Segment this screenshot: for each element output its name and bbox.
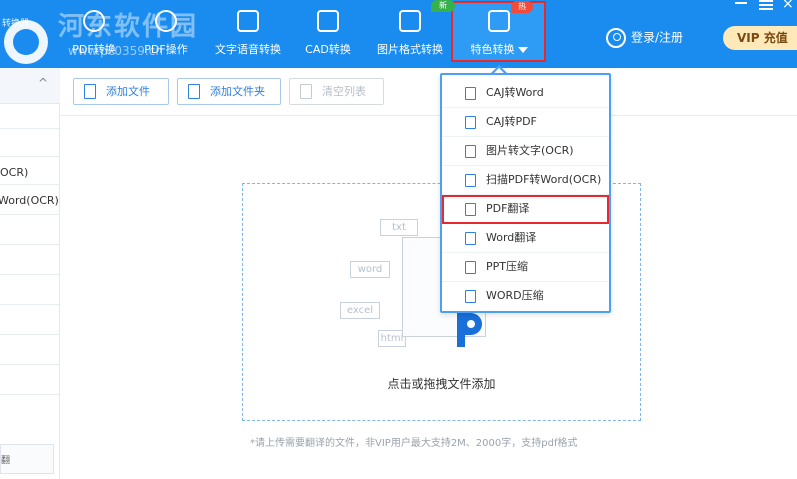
add-folder-label: 添加文件夹 — [210, 85, 265, 98]
nav-pdf-operate[interactable]: PDF操作 — [140, 0, 192, 68]
translate-file-icon — [465, 203, 476, 216]
user-icon — [606, 28, 626, 48]
minimize-icon[interactable] — [735, 2, 747, 4]
excel-tag: excel — [340, 302, 380, 319]
image-file-icon — [465, 145, 476, 158]
menu-item-label: CAJ转Word — [486, 86, 544, 99]
word-file-icon — [465, 87, 476, 100]
clear-list-label: 清空列表 — [322, 85, 366, 98]
menu-item-label: WORD压缩 — [486, 289, 544, 302]
divider — [0, 184, 60, 185]
caret-down-icon — [517, 47, 528, 53]
divider — [0, 394, 60, 395]
menu-item-label: Word翻译 — [486, 231, 537, 244]
sidebar: ^ OCR) Word(OCR) 翻 — [0, 68, 60, 479]
menu-item-word-compress[interactable]: WORD压缩 — [442, 282, 609, 311]
divider — [0, 128, 60, 129]
divider — [0, 156, 60, 157]
menu-icon[interactable] — [759, 0, 773, 10]
nav-label: PDF转换 — [72, 43, 116, 56]
word-translate-icon — [465, 232, 476, 245]
word-compress-icon — [465, 290, 476, 303]
file-toolbar: 添加文件 添加文件夹 清空列表 — [60, 68, 797, 116]
menu-item-label: 图片转文字(OCR) — [486, 144, 574, 157]
add-file-button[interactable]: 添加文件 — [73, 78, 169, 105]
new-badge: 新 — [431, 0, 455, 12]
sidebar-header: ^ — [0, 68, 60, 104]
special-convert-dropdown: CAJ转Word CAJ转PDF 图片转文字(OCR) 扫描PDF转Word(O… — [440, 73, 611, 313]
pdf-file-icon — [465, 116, 476, 129]
menu-item-scan-pdf-word[interactable]: 扫描PDF转Word(OCR) — [442, 166, 609, 195]
close-icon[interactable]: × — [782, 0, 794, 12]
upload-footnote: *请上传需要翻译的文件，非VIP用户最大支持2M、2000字，支持pdf格式 — [250, 438, 578, 449]
pdf-convert-icon — [83, 10, 105, 32]
menu-item-ppt-compress[interactable]: PPT压缩 — [442, 253, 609, 282]
divider — [0, 244, 60, 245]
cad-icon — [317, 10, 339, 32]
menu-item-label: PDF翻译 — [486, 202, 530, 215]
divider — [0, 334, 60, 335]
logo-icon — [4, 20, 48, 64]
menu-item-label: CAJ转PDF — [486, 115, 537, 128]
divider — [0, 364, 60, 365]
divider — [0, 214, 60, 215]
pdf-operate-icon — [155, 10, 177, 32]
add-file-icon — [84, 84, 96, 99]
nav-label: 特色转换 — [455, 41, 543, 57]
drop-instruction: 点击或拖拽文件添加 — [387, 377, 496, 391]
scan-file-icon — [465, 174, 476, 187]
app-p-logo-icon — [457, 313, 482, 347]
menu-item-label: PPT压缩 — [486, 260, 528, 273]
vip-button[interactable]: VIP 充值 — [723, 26, 797, 50]
hot-badge: 热 — [511, 1, 533, 13]
nav-label: 文字语音转换 — [215, 43, 281, 56]
sidebar-item-ocr[interactable]: OCR) — [0, 166, 28, 179]
divider — [0, 274, 60, 275]
menu-item-pdf-translate[interactable]: PDF翻译 — [442, 195, 609, 224]
add-folder-button[interactable]: 添加文件夹 — [177, 78, 281, 105]
nav-label: PDF操作 — [144, 43, 188, 56]
menu-item-caj-pdf[interactable]: CAJ转PDF — [442, 108, 609, 137]
ppt-compress-icon — [465, 261, 476, 274]
sidebar-item-word-ocr[interactable]: Word(OCR) — [0, 194, 59, 207]
add-folder-icon — [188, 84, 200, 99]
menu-item-word-translate[interactable]: Word翻译 — [442, 224, 609, 253]
nav-label: 图片格式转换 — [377, 43, 443, 56]
audio-wave-icon — [237, 10, 259, 32]
add-file-label: 添加文件 — [106, 85, 150, 98]
divider — [0, 304, 60, 305]
sidebar-bottom-label: 翻 — [1, 456, 11, 466]
chevron-up-icon[interactable]: ^ — [38, 76, 48, 90]
trash-icon — [300, 84, 312, 99]
txt-tag: txt — [380, 219, 418, 236]
nav-text-speech[interactable]: 文字语音转换 — [212, 0, 284, 68]
word-tag: word — [350, 261, 390, 278]
login-label: 登录/注册 — [631, 30, 684, 45]
nav-cad-convert[interactable]: CAD转换 — [302, 0, 354, 68]
menu-item-caj-word[interactable]: CAJ转Word — [442, 79, 609, 108]
sidebar-bottom-item[interactable]: 翻 — [0, 444, 54, 474]
nav-pdf-convert[interactable]: PDF转换 — [68, 0, 120, 68]
image-icon — [399, 10, 421, 32]
nav-special-label: 特色转换 — [470, 43, 515, 56]
nav-label: CAD转换 — [305, 43, 351, 56]
login-button[interactable]: 登录/注册 — [606, 28, 683, 48]
special-convert-icon — [488, 10, 510, 32]
menu-item-image-ocr[interactable]: 图片转文字(OCR) — [442, 137, 609, 166]
menu-item-label: 扫描PDF转Word(OCR) — [486, 173, 602, 186]
top-navigation-bar: 转换器 河东软件园 www.pc0359.cn PDF转换 PDF操作 文字语音… — [0, 0, 797, 68]
clear-list-button[interactable]: 清空列表 — [289, 78, 384, 105]
